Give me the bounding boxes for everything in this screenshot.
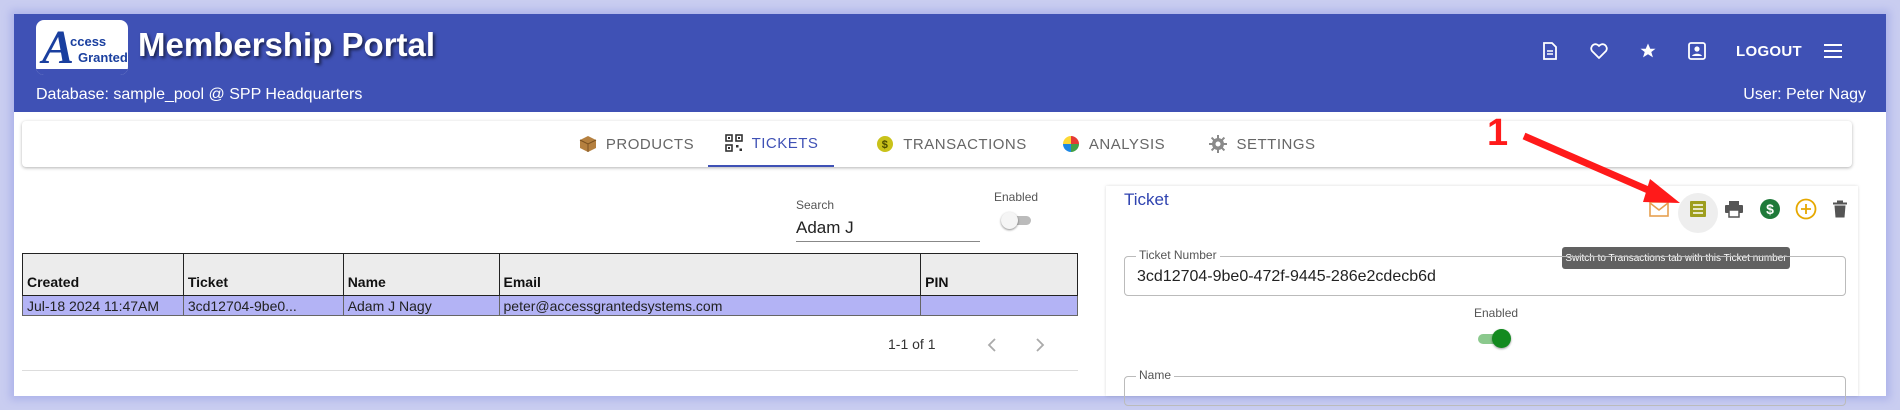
tickets-table: Created Ticket Name Email PIN Jul-18 202… [22,253,1078,316]
svg-text:$: $ [1766,201,1774,217]
tab-label: PRODUCTS [605,135,695,153]
svg-text:$: $ [882,139,889,151]
table-header-row: Created Ticket Name Email PIN [22,253,1078,296]
enabled-filter-toggle[interactable] [1001,210,1033,230]
column-header-ticket[interactable]: Ticket [182,253,344,296]
database-info: Database: sample_pool @ SPP Headquarters [36,86,363,103]
main-tabs: PRODUCTS TICKETS $ TRANSACTIONS ANALYSIS… [22,121,1852,167]
trash-icon[interactable] [1826,195,1854,223]
tab-label: TICKETS [751,134,819,152]
cell-ticket: 3cd12704-9be0... [182,295,344,316]
app-header: A ccess Granted Membership Portal Databa… [14,14,1886,112]
cell-pin [920,295,1078,316]
color-wheel-icon [1061,134,1081,154]
table-row[interactable]: Jul-18 2024 11:47AM 3cd12704-9be0... Ada… [22,295,1078,316]
heart-icon[interactable] [1586,38,1612,64]
tab-transactions[interactable]: $ TRANSACTIONS [866,121,1036,167]
chevron-left-icon[interactable] [983,336,1001,354]
coin-icon: $ [875,134,895,154]
cell-email: peter@accessgrantedsystems.com [498,295,922,316]
search-label: Search [796,198,835,212]
tab-label: SETTINGS [1236,135,1316,153]
toggle-knob [1001,212,1018,229]
tab-label: TRANSACTIONS [903,135,1027,153]
column-header-created[interactable]: Created [22,253,184,296]
ticket-enabled-label: Enabled [1474,306,1519,320]
ticket-panel-title: Ticket [1124,190,1169,209]
account-box-icon[interactable] [1684,38,1710,64]
logo-underline [36,69,128,75]
cell-created: Jul-18 2024 11:47AM [22,295,184,316]
logo-line-2: Granted [78,50,128,65]
dollar-circle-icon[interactable]: $ [1756,195,1784,223]
name-label: Name [1136,368,1175,382]
column-header-name[interactable]: Name [342,253,500,296]
divider [22,370,1078,371]
qr-code-icon [724,133,744,153]
ticket-number-label: Ticket Number [1136,248,1220,262]
package-icon [578,134,598,154]
toggle-knob [1492,329,1511,348]
logo-line-1: ccess [70,34,107,49]
document-icon[interactable] [1537,38,1563,64]
tab-tickets[interactable]: TICKETS [708,121,834,167]
star-icon[interactable] [1635,38,1661,64]
logout-button[interactable]: LOGOUT [1736,43,1802,60]
transactions-list-icon[interactable] [1684,195,1712,223]
enabled-filter-label: Enabled [994,190,1039,204]
header-actions: LOGOUT [1514,38,1846,64]
gear-icon [1208,134,1228,154]
email-icon[interactable] [1645,195,1673,223]
tab-products[interactable]: PRODUCTS [566,121,706,167]
cell-name: Adam J Nagy [342,295,500,316]
tab-analysis[interactable]: ANALYSIS [1058,121,1168,167]
pagination-range: 1-1 of 1 [888,336,936,352]
app-title: Membership Portal [138,26,436,63]
search-input[interactable] [796,214,980,242]
printer-icon[interactable] [1720,195,1748,223]
user-info: User: Peter Nagy [1743,86,1866,103]
tab-settings[interactable]: SETTINGS [1202,121,1322,167]
hamburger-menu-icon[interactable] [1820,38,1846,64]
access-granted-logo: A ccess Granted [36,20,128,75]
column-header-email[interactable]: Email [498,253,922,296]
chevron-right-icon[interactable] [1031,336,1049,354]
add-circle-icon[interactable] [1792,195,1820,223]
annotation-number: 1 [1487,112,1509,154]
name-field[interactable] [1124,376,1846,406]
ticket-number-value: 3cd12704-9be0-472f-9445-286e2cdecb6d [1137,268,1436,285]
tab-label: ANALYSIS [1088,135,1166,153]
column-header-pin[interactable]: PIN [920,253,1078,296]
ticket-enabled-toggle[interactable] [1476,326,1516,350]
